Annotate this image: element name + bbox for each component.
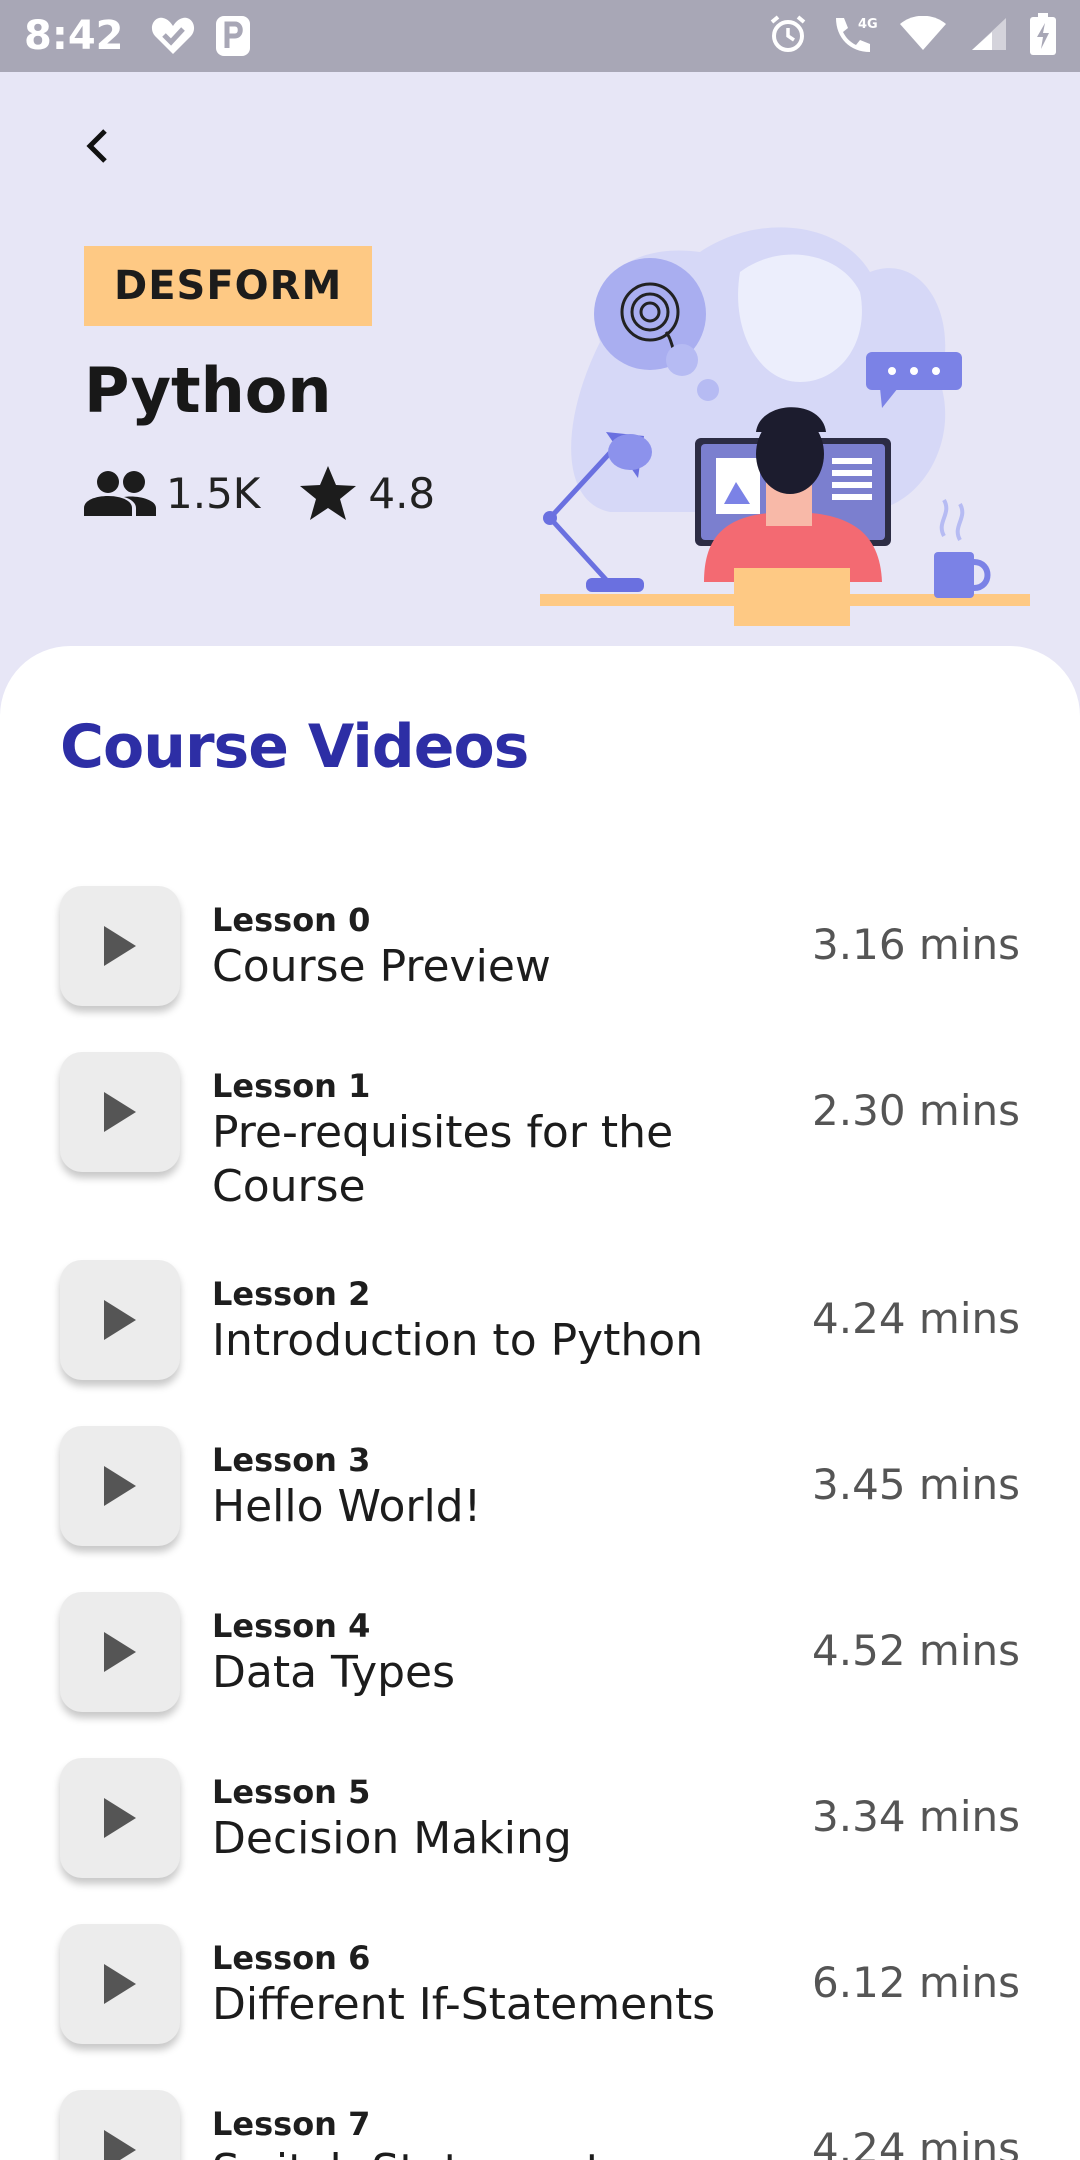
play-button[interactable]	[60, 1260, 180, 1380]
lesson-item-6[interactable]: Lesson 6 Different If-Statements 6.12 mi…	[0, 1924, 1080, 2090]
play-icon	[104, 1798, 136, 1838]
lesson-text: Lesson 0 Course Preview	[212, 900, 752, 994]
lesson-number: Lesson 0	[212, 901, 371, 939]
lesson-number: Lesson 4	[212, 1607, 371, 1645]
parking-icon	[215, 16, 250, 56]
lesson-list: Lesson 0 Course Preview 3.16 mins Lesson…	[0, 886, 1080, 2160]
wifi-call-icon: 4G	[830, 14, 878, 58]
lesson-item-1[interactable]: Lesson 1 Pre-requisites for the Course 2…	[0, 1052, 1080, 1260]
lesson-number: Lesson 7	[212, 2105, 371, 2143]
people-icon	[84, 471, 156, 516]
students-stat: 1.5K	[84, 469, 260, 518]
lesson-duration: 2.30 mins	[812, 1086, 1020, 1135]
play-icon	[104, 1632, 136, 1672]
lesson-duration: 6.12 mins	[812, 1958, 1020, 2007]
lesson-duration: 3.45 mins	[812, 1460, 1020, 1509]
lesson-duration: 4.24 mins	[812, 1294, 1020, 1343]
course-stats: 1.5K 4.8	[84, 464, 473, 522]
play-button[interactable]	[60, 1924, 180, 2044]
lesson-name: Course Preview	[212, 941, 551, 992]
lesson-name: Different If-Statements	[212, 1979, 716, 2030]
section-title: Course Videos	[60, 712, 529, 782]
course-header: DESFORM Python 1.5K 4.8	[0, 72, 1080, 672]
lesson-name: Pre-requisites for the Course	[212, 1107, 674, 1212]
play-button[interactable]	[60, 1758, 180, 1878]
lesson-number: Lesson 3	[212, 1441, 371, 1479]
lesson-item-7[interactable]: Lesson 7 Switch Statement 4.24 mins	[0, 2090, 1080, 2160]
lesson-duration: 4.24 mins	[812, 2124, 1020, 2160]
rating-stat: 4.8	[298, 464, 435, 522]
network-label: 4G	[858, 17, 878, 32]
lesson-name: Switch Statement	[212, 2144, 752, 2160]
lesson-name: Hello World!	[212, 1481, 482, 1532]
lesson-text: Lesson 6 Different If-Statements	[212, 1938, 752, 2032]
lesson-item-0[interactable]: Lesson 0 Course Preview 3.16 mins	[0, 886, 1080, 1052]
lesson-duration: 4.52 mins	[812, 1626, 1020, 1675]
rating-value: 4.8	[368, 468, 436, 518]
lesson-text: Lesson 4 Data Types	[212, 1606, 752, 1700]
play-button[interactable]	[60, 1052, 180, 1172]
play-button[interactable]	[60, 1426, 180, 1546]
lesson-number: Lesson 1	[212, 1067, 371, 1105]
play-button[interactable]	[60, 1592, 180, 1712]
lesson-text: Lesson 5 Decision Making	[212, 1772, 752, 1866]
lesson-item-2[interactable]: Lesson 2 Introduction to Python 4.24 min…	[0, 1260, 1080, 1426]
lesson-number: Lesson 2	[212, 1275, 371, 1313]
lesson-name: Data Types	[212, 1647, 456, 1698]
lesson-text: Lesson 1 Pre-requisites for the Course	[212, 1066, 712, 1214]
lesson-number: Lesson 5	[212, 1773, 371, 1811]
wifi-icon	[900, 15, 946, 56]
play-icon	[104, 1964, 136, 2004]
back-button[interactable]	[66, 116, 126, 176]
lesson-text: Lesson 3 Hello World!	[212, 1440, 752, 1534]
play-icon	[104, 1300, 136, 1340]
course-videos-card: Course Videos Lesson 0 Course Preview 3.…	[0, 646, 1080, 2160]
signal-icon	[968, 16, 1008, 56]
lesson-item-5[interactable]: Lesson 5 Decision Making 3.34 mins	[0, 1758, 1080, 1924]
play-button[interactable]	[60, 2090, 180, 2160]
course-title: Python	[84, 354, 332, 427]
course-badge: DESFORM	[84, 246, 373, 326]
heart-check-icon	[150, 16, 196, 56]
play-icon	[104, 2130, 136, 2160]
play-icon	[104, 1466, 136, 1506]
play-icon	[104, 1092, 136, 1132]
play-button[interactable]	[60, 886, 180, 1006]
lesson-duration: 3.16 mins	[812, 920, 1020, 969]
lesson-item-3[interactable]: Lesson 3 Hello World! 3.45 mins	[0, 1426, 1080, 1592]
developer-illustration-icon	[540, 227, 1030, 626]
lesson-text: Lesson 2 Introduction to Python	[212, 1274, 752, 1368]
status-time: 8:42	[24, 13, 124, 59]
lesson-text: Lesson 7 Switch Statement	[212, 2104, 752, 2160]
alarm-icon	[768, 14, 808, 58]
lesson-number: Lesson 6	[212, 1939, 371, 1977]
status-bar: 8:42 4G	[0, 0, 1080, 72]
chevron-left-icon	[86, 129, 107, 163]
star-icon	[300, 466, 357, 520]
play-icon	[104, 926, 136, 966]
battery-icon	[1030, 13, 1056, 59]
lesson-name: Decision Making	[212, 1813, 572, 1864]
lesson-duration: 3.34 mins	[812, 1792, 1020, 1841]
lesson-name: Introduction to Python	[212, 1315, 704, 1366]
students-count: 1.5K	[166, 468, 261, 518]
lesson-item-4[interactable]: Lesson 4 Data Types 4.52 mins	[0, 1592, 1080, 1758]
